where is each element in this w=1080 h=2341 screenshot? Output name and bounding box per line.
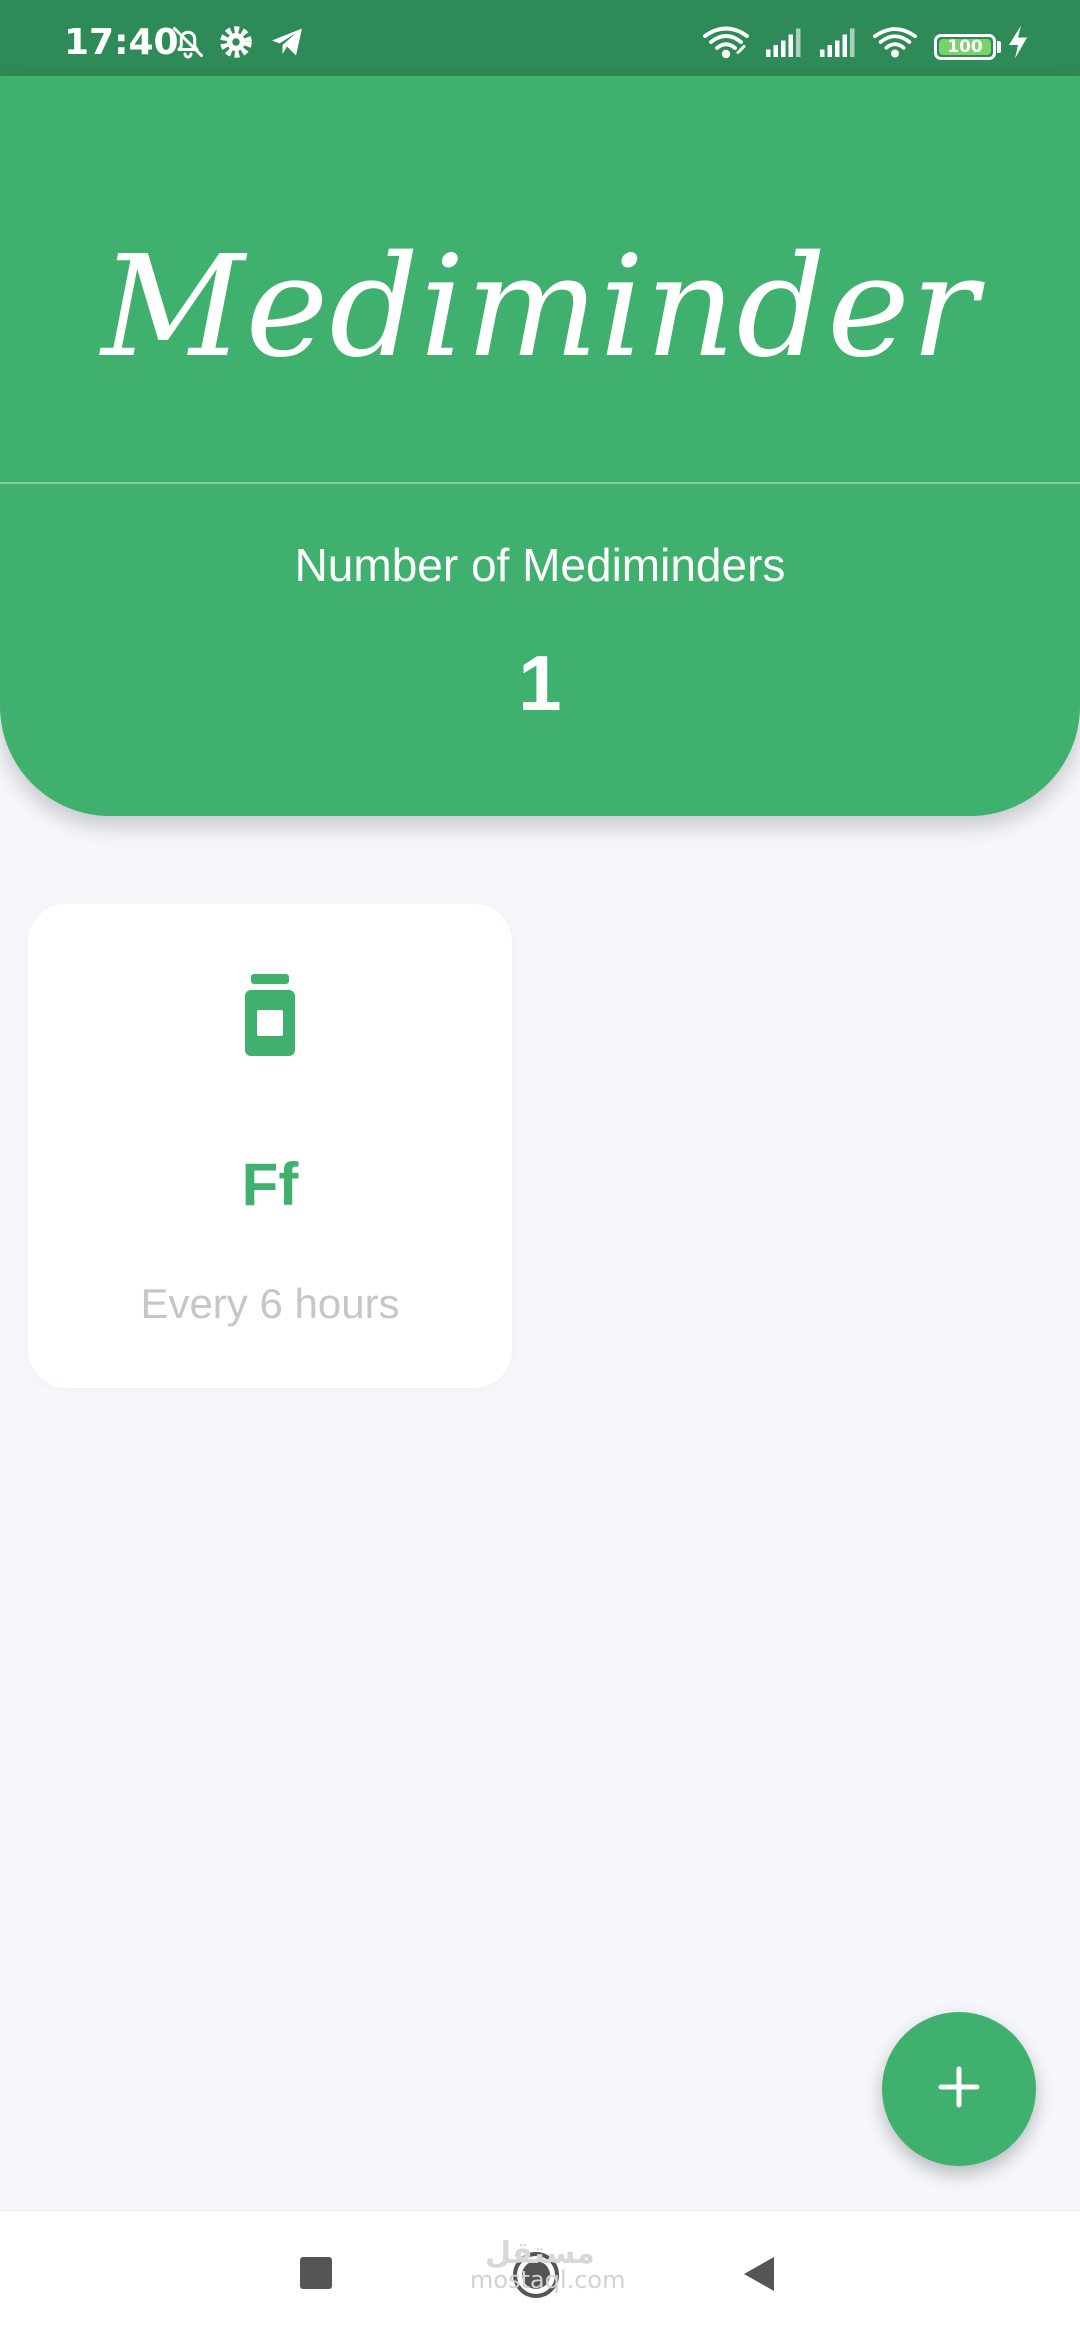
count-label: Number of Mediminders xyxy=(294,539,786,591)
pill-bottle-icon xyxy=(243,974,297,1063)
count-value: 1 xyxy=(518,639,562,727)
medicine-name: Ff xyxy=(241,1151,299,1218)
bell-off-icon xyxy=(170,24,206,65)
medicine-interval: Every 6 hours xyxy=(140,1280,400,1327)
wifi-icon xyxy=(872,24,918,65)
status-time: 17:40 xyxy=(64,22,179,63)
wifi-link-icon xyxy=(702,24,750,65)
telegram-icon xyxy=(268,24,306,65)
watermark-latin: mostaql.com xyxy=(470,2266,626,2294)
plus-icon xyxy=(937,2065,981,2114)
signal-icon xyxy=(762,24,806,65)
charging-icon xyxy=(1006,24,1030,65)
gear-icon xyxy=(218,24,254,65)
header-divider xyxy=(0,482,1080,484)
signal-icon xyxy=(816,24,860,65)
recents-icon[interactable] xyxy=(300,2257,332,2294)
battery-level: 100 xyxy=(947,37,983,57)
header-panel: Mediminder Number of Mediminders 1 xyxy=(0,76,1080,816)
back-icon[interactable] xyxy=(742,2255,776,2298)
app-title: Mediminder xyxy=(101,226,979,389)
medicine-card[interactable]: Ff Every 6 hours xyxy=(28,904,512,1388)
battery-tip xyxy=(997,41,1001,53)
battery-icon: 100 xyxy=(934,34,996,60)
add-medicine-button[interactable] xyxy=(882,2012,1036,2166)
status-bar: 17:40 100 xyxy=(0,0,1080,76)
